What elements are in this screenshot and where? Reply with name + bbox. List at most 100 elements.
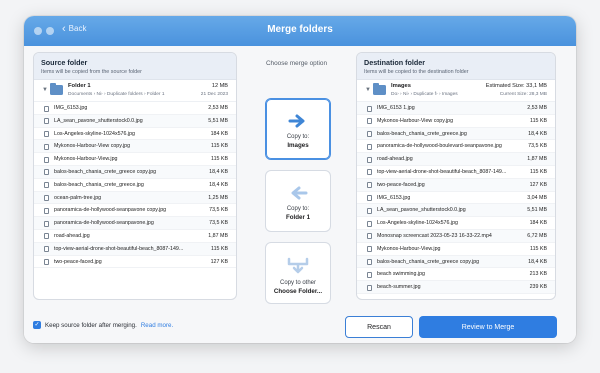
file-row[interactable]: Los-Angeles-skyline-1024x576.jpg 184 KB	[34, 128, 236, 141]
file-row[interactable]: balos-beach_chania_crete_greece copy.jpg…	[357, 255, 555, 269]
file-size: 115 KB	[211, 245, 228, 252]
option-3-line2: Choose Folder...	[273, 288, 323, 295]
file-size: 18,4 KB	[209, 168, 228, 175]
file-row[interactable]: beach-summer.jpg 239 KB	[357, 281, 555, 294]
destination-estimated-size: Estimated Size: 33,1 MB	[485, 83, 547, 89]
folder-icon	[50, 83, 63, 95]
file-row[interactable]: LA_sean_pavone_shutterstock0.0.jpg 5,51 M…	[357, 204, 555, 218]
file-size: 115 KB	[211, 156, 228, 163]
keep-source-option: ✓ Keep source folder after merging. Read…	[33, 321, 173, 329]
file-name: panoramica-de-hollywood-boulevard-seanpa…	[377, 143, 502, 150]
file-size: 1,87 MB	[208, 232, 228, 239]
file-row[interactable]: IMG_6153.jpg 3,04 MB	[357, 191, 555, 205]
file-icon	[367, 195, 372, 202]
window-title: Merge folders	[267, 24, 333, 35]
merge-arrow-icon	[287, 257, 309, 274]
rescan-button[interactable]: Rescan	[345, 316, 413, 338]
keep-source-checkbox[interactable]: ✓	[33, 321, 41, 329]
file-row[interactable]: panoramica-de-hollywood-seanpavone.jpg 73…	[34, 217, 236, 230]
copy-to-other-option[interactable]: Copy to other Choose Folder...	[265, 242, 331, 304]
file-size: 115 KB	[211, 143, 228, 150]
main-content: Source folder Items will be copied from …	[24, 46, 576, 343]
source-folder-row[interactable]: ▼ Folder 1 Documents › Ni› › Duplicate f…	[34, 80, 236, 102]
file-row[interactable]: Los-Angeles-skyline-1024x576.jpg 184 KB	[357, 217, 555, 230]
file-row[interactable]: two-peace-faced.jpg 127 KB	[34, 256, 236, 269]
file-icon	[44, 169, 49, 176]
file-size: 184 KB	[210, 130, 228, 137]
file-row[interactable]: IMG_6153 1.jpg 2,53 MB	[357, 102, 555, 115]
file-row[interactable]: two-peace-faced.jpg 127 KB	[357, 178, 555, 192]
file-name: Mykonos-Harbour-View.jpg	[377, 245, 441, 252]
file-icon	[44, 259, 49, 266]
file-row[interactable]: top-view-aerial-drone-shot-beautiful-bea…	[357, 165, 555, 179]
file-name: panoramica-de-hollywood-seanpavone copy.…	[54, 207, 167, 214]
copy-to-images-option[interactable]: Copy to: Images	[265, 98, 331, 160]
file-name: road-ahead.jpg	[377, 156, 413, 163]
file-size: 73,5 KB	[528, 143, 547, 150]
file-row[interactable]: panoramica-de-hollywood-seanpavone copy.…	[34, 204, 236, 218]
file-icon	[44, 220, 49, 227]
file-size: 18,4 KB	[528, 258, 547, 265]
source-file-list: IMG_6153.jpg 2,53 MB LA_sean_pavone_shutte…	[34, 102, 236, 269]
file-row[interactable]: Mykonos-Harbour-View copy.jpg 115 KB	[357, 114, 555, 128]
file-name: panoramica-de-hollywood-seanpavone.jpg	[54, 220, 154, 227]
file-name: Monosnap screencast 2023-05-23 16-33-22.…	[377, 232, 492, 239]
file-icon	[367, 118, 372, 125]
destination-folder-name: Images	[391, 83, 411, 89]
destination-folder-row[interactable]: ▼ Images Do› › Ni› › Duplicate f› › Imag…	[357, 80, 555, 102]
source-title: Source folder	[41, 58, 88, 67]
review-to-merge-button[interactable]: Review to Merge	[419, 316, 557, 338]
file-row[interactable]: top-view-aerial-drone-shot-beautiful-bea…	[34, 242, 236, 256]
file-row[interactable]: Mykonos-Harbour-View copy.jpg 115 KB	[34, 140, 236, 154]
file-row[interactable]: LA_sean_pavone_shutterstock0.0.jpg 5,51 M…	[34, 114, 236, 128]
file-size: 73,5 KB	[209, 220, 228, 227]
file-row[interactable]: Mykonos-Harbour-View.jpg 115 KB	[34, 153, 236, 166]
file-icon	[44, 182, 49, 189]
chevron-down-icon[interactable]: ▼	[365, 87, 371, 93]
file-row[interactable]: Monosnap screencast 2023-05-23 16-33-22.…	[357, 229, 555, 243]
file-icon	[367, 182, 372, 189]
option-1-line1: Copy to:	[286, 134, 310, 140]
file-size: 18,4 KB	[209, 181, 228, 188]
file-row[interactable]: IMG_6153.jpg 2,53 MB	[34, 102, 236, 115]
file-size: 115 KB	[530, 117, 547, 124]
file-name: two-peace-faced.jpg	[54, 258, 102, 265]
file-name: Mykonos-Harbour-View copy.jpg	[54, 143, 131, 150]
title-bar: ‹ Back Merge folders	[24, 16, 576, 46]
file-icon	[367, 233, 372, 240]
file-row[interactable]: ocean-palm-tree.jpg 1,25 MB	[34, 191, 236, 205]
destination-folder-path: Do› › Ni› › Duplicate f› › Images	[391, 92, 458, 97]
file-row[interactable]: Mykonos-Harbour-View.jpg 115 KB	[357, 242, 555, 256]
merge-options: Choose merge option Copy to: Images Copy…	[244, 52, 349, 304]
merge-folders-window: ‹ Back Merge folders Source folder Items…	[24, 16, 576, 343]
file-icon	[367, 271, 372, 278]
file-size: 1,25 MB	[208, 194, 228, 201]
option-2-line1: Copy to:	[286, 206, 310, 212]
option-2-line2: Folder 1	[285, 214, 311, 221]
file-size: 5,51 MB	[527, 207, 547, 214]
file-icon	[367, 131, 372, 138]
file-icon	[367, 143, 372, 150]
read-more-link[interactable]: Read more.	[141, 322, 173, 329]
file-icon	[367, 169, 372, 176]
file-icon	[367, 105, 372, 112]
file-size: 115 KB	[530, 168, 547, 175]
file-icon	[367, 220, 372, 227]
file-row[interactable]: balos-beach_chania_crete_greece.jpg 18,4 …	[34, 179, 236, 192]
file-name: top-view-aerial-drone-shot-beautiful-bea…	[377, 168, 507, 175]
file-row[interactable]: panoramica-de-hollywood-boulevard-seanpa…	[357, 140, 555, 154]
file-size: 2,53 MB	[208, 105, 228, 111]
file-name: balos-beach_chania_crete_greece copy.jpg	[377, 258, 480, 265]
file-name: ocean-palm-tree.jpg	[54, 194, 102, 201]
chevron-down-icon[interactable]: ▼	[42, 87, 48, 93]
destination-panel: Destination folder Items will be copied …	[356, 52, 556, 300]
file-size: 73,5 KB	[209, 207, 228, 214]
file-row[interactable]: road-ahead.jpg 1,87 MB	[357, 153, 555, 166]
file-row[interactable]: road-ahead.jpg 1,87 MB	[34, 230, 236, 243]
file-icon	[44, 105, 49, 112]
file-row[interactable]: balos-beach_chania_crete_greece copy.jpg…	[34, 165, 236, 179]
file-name: balos-beach_chania_crete_greece.jpg	[54, 181, 144, 188]
file-row[interactable]: beach swimming.jpg 213 KB	[357, 268, 555, 282]
copy-to-folder1-option[interactable]: Copy to: Folder 1	[265, 170, 331, 232]
file-row[interactable]: balos-beach_chania_crete_greece.jpg 18,4 …	[357, 127, 555, 141]
